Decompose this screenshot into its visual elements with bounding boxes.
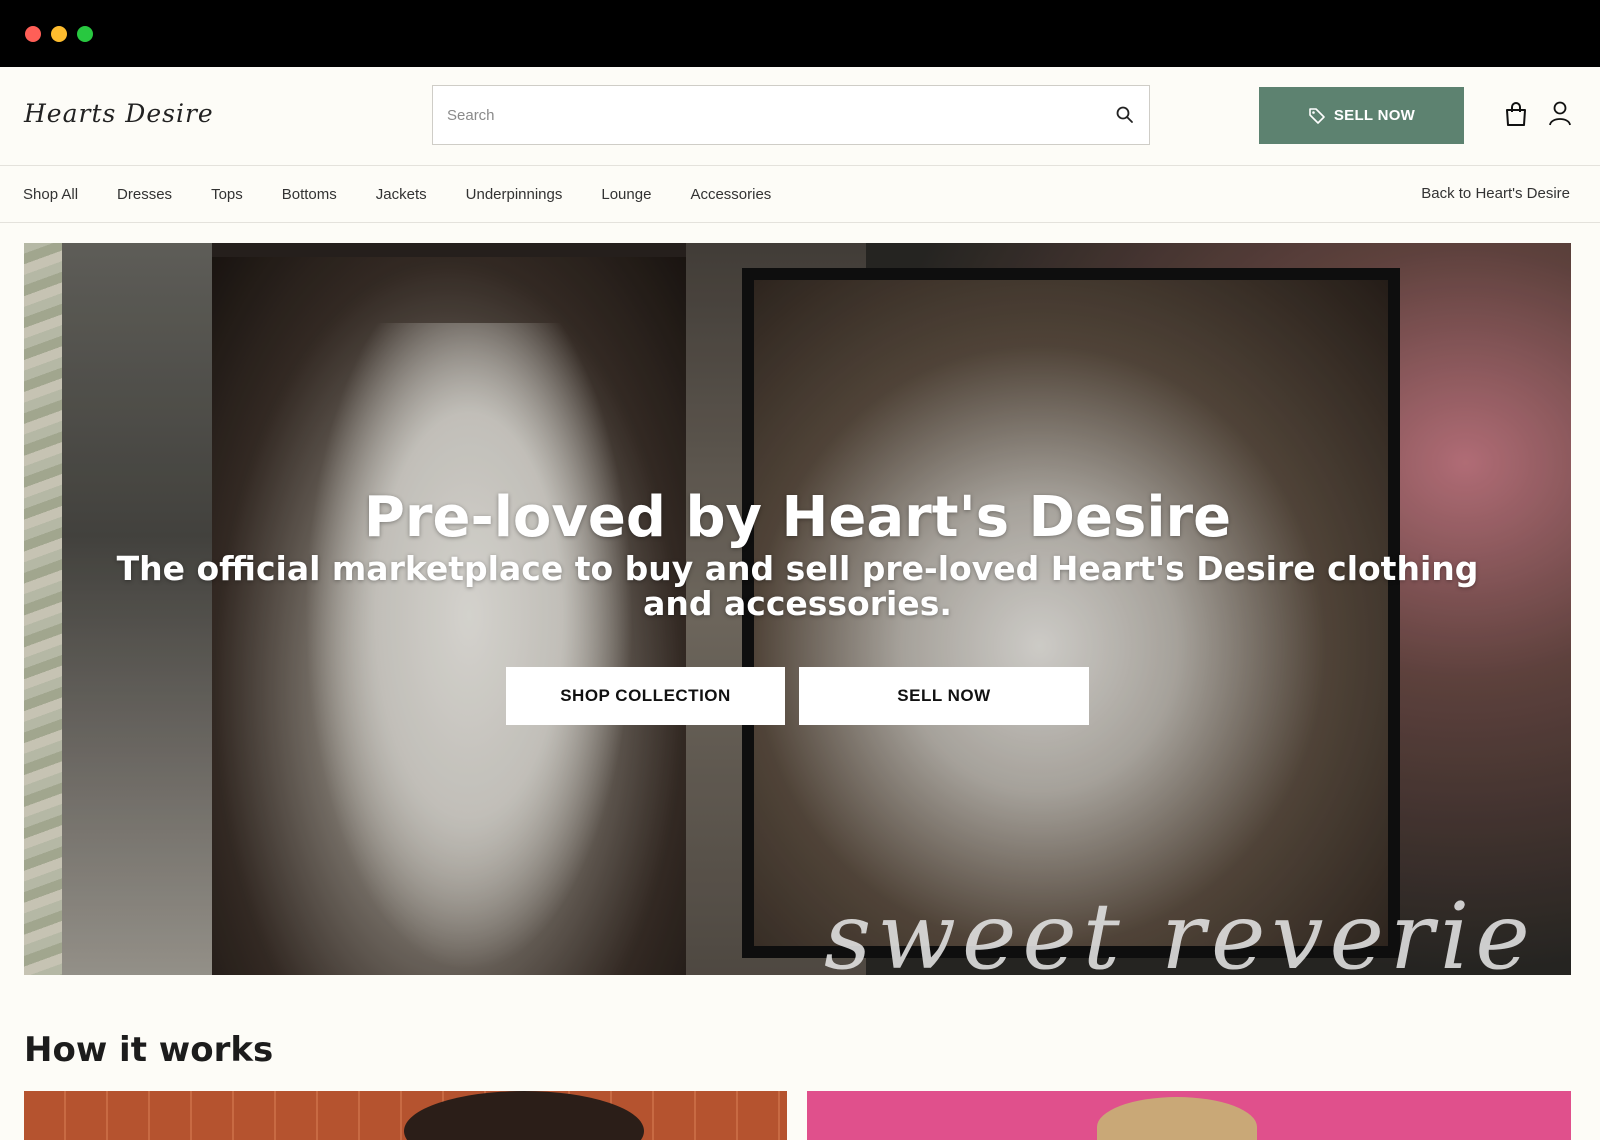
nav-item-lounge[interactable]: Lounge <box>601 186 651 203</box>
search-icon[interactable] <box>1115 105 1135 125</box>
nav-item-accessories[interactable]: Accessories <box>690 186 771 203</box>
maximize-window-button[interactable] <box>77 26 93 42</box>
back-to-main-site-link[interactable]: Back to Heart's Desire <box>1421 185 1570 202</box>
nav-item-shop-all[interactable]: Shop All <box>23 186 78 203</box>
how-it-works-card-right[interactable] <box>807 1091 1571 1140</box>
category-list: Shop All Dresses Tops Bottoms Jackets Un… <box>23 166 810 222</box>
hero-banner: sweet reverie Pre-loved by Heart's Desir… <box>24 243 1571 975</box>
brand-logo[interactable]: Hearts Desire <box>24 93 213 141</box>
minimize-window-button[interactable] <box>51 26 67 42</box>
shop-collection-button[interactable]: SHOP COLLECTION <box>506 667 785 725</box>
nav-item-underpinnings[interactable]: Underpinnings <box>466 186 563 203</box>
tag-icon <box>1309 107 1325 124</box>
nav-item-tops[interactable]: Tops <box>211 186 243 203</box>
model-photo <box>1097 1097 1257 1140</box>
site-header: Hearts Desire SELL NOW <box>0 67 1600 166</box>
user-account-icon[interactable] <box>1548 100 1572 126</box>
hero-title: Pre-loved by Heart's Desire <box>363 485 1232 550</box>
sell-now-hero-button[interactable]: SELL NOW <box>799 667 1089 725</box>
model-photo <box>404 1091 644 1140</box>
search-bar <box>432 85 1150 145</box>
how-it-works-heading: How it works <box>24 1030 274 1070</box>
search-input[interactable] <box>447 86 1087 144</box>
nav-item-dresses[interactable]: Dresses <box>117 186 172 203</box>
close-window-button[interactable] <box>25 26 41 42</box>
window-titlebar <box>0 0 1600 67</box>
nav-item-bottoms[interactable]: Bottoms <box>282 186 337 203</box>
brand-logo-text: Hearts Desire <box>24 99 214 128</box>
nav-item-jackets[interactable]: Jackets <box>376 186 427 203</box>
hero-subtitle: The official marketplace to buy and sell… <box>116 549 1479 623</box>
category-nav: Shop All Dresses Tops Bottoms Jackets Un… <box>0 166 1600 223</box>
how-it-works-card-left[interactable] <box>24 1091 787 1140</box>
shopping-bag-icon[interactable] <box>1503 101 1529 127</box>
sell-now-header-label: SELL NOW <box>1333 107 1416 124</box>
sell-now-header-button[interactable]: SELL NOW <box>1259 87 1464 144</box>
